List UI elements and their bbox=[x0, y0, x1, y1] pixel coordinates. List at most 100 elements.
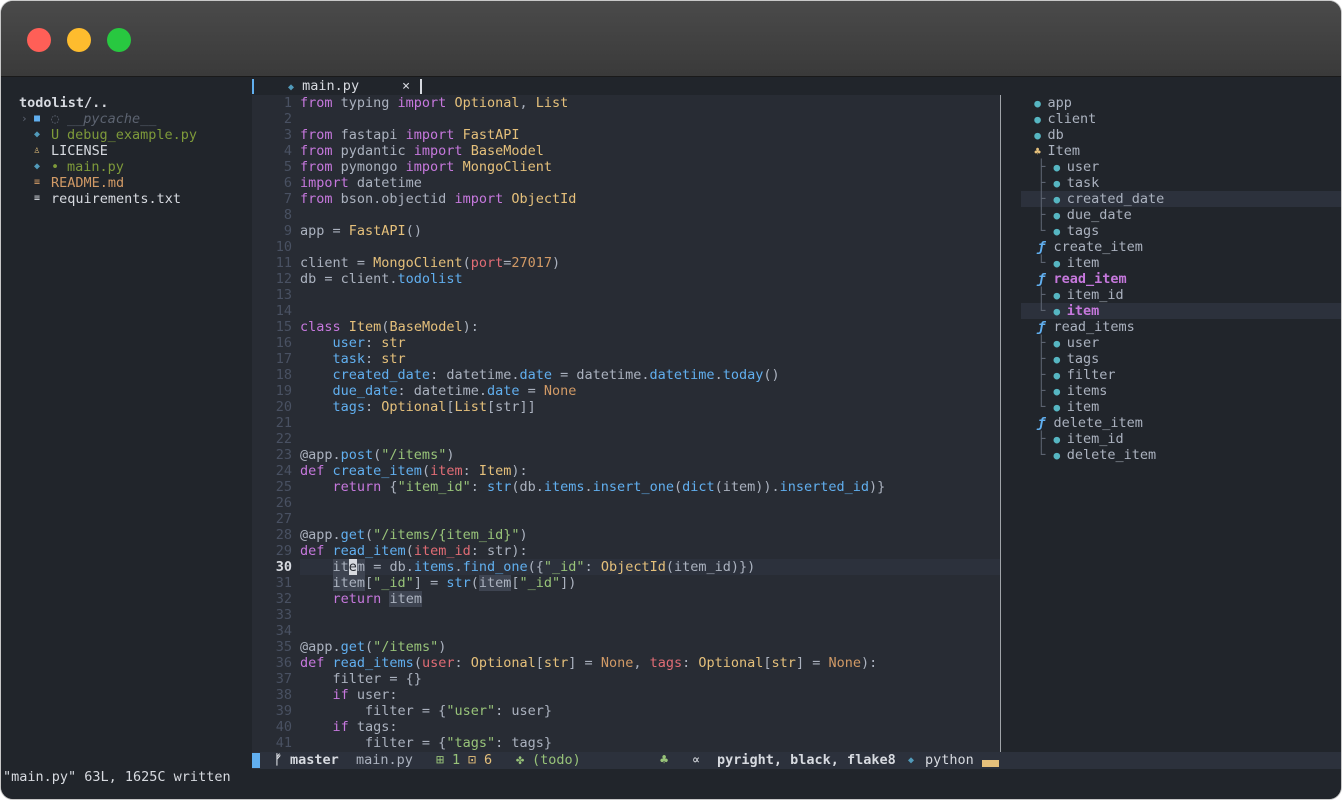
tree-item-label: main.py bbox=[67, 159, 124, 175]
line-number: 32 bbox=[275, 591, 292, 607]
outline-item[interactable]: ● db bbox=[1021, 127, 1341, 143]
function-icon: ƒ bbox=[1021, 319, 1054, 335]
variable-icon: ● bbox=[1053, 401, 1067, 414]
window-separator[interactable] bbox=[1000, 95, 1001, 752]
license-icon: ♙ bbox=[34, 145, 41, 156]
variable-icon: ● bbox=[1053, 193, 1067, 206]
variable-icon: ● bbox=[1053, 337, 1067, 350]
line-number: 9 bbox=[283, 223, 292, 239]
outline-item[interactable]: ├ ● user bbox=[1021, 159, 1341, 175]
tree-guide: └ bbox=[1021, 303, 1054, 319]
outline-item[interactable]: ├ ● task bbox=[1021, 175, 1341, 191]
line-number: 5 bbox=[283, 159, 292, 175]
code-line: from bson.objectid import ObjectId bbox=[300, 191, 577, 207]
line-number: 6 bbox=[283, 175, 292, 191]
outline-item-label: client bbox=[1047, 111, 1097, 127]
command-line[interactable]: "main.py" 63L, 1625C written bbox=[3, 769, 231, 785]
close-window-button[interactable] bbox=[27, 28, 51, 52]
outline-item[interactable]: └ ● tags bbox=[1021, 223, 1341, 239]
variable-icon: ● bbox=[1053, 177, 1067, 190]
code-line: return {"item_id": str(db.items.insert_o… bbox=[332, 479, 886, 495]
tree-guide: ├ bbox=[1021, 207, 1054, 223]
outline-item-label: create_item bbox=[1053, 239, 1143, 255]
outline-item-label: db bbox=[1047, 127, 1064, 143]
tab-main-py[interactable]: ◆ main.py bbox=[288, 78, 359, 94]
line-number: 18 bbox=[275, 367, 292, 383]
variable-icon: ● bbox=[1053, 209, 1067, 222]
code-line: db = client.todolist bbox=[300, 271, 463, 287]
outline-item[interactable]: ƒ create_item bbox=[1021, 239, 1341, 255]
git-status-mark: U bbox=[51, 127, 60, 143]
line-number: 1 bbox=[283, 95, 292, 111]
outline-item[interactable]: ├ ● created_date bbox=[1021, 191, 1341, 207]
outline-item-label: item bbox=[1066, 399, 1100, 415]
outline-item[interactable]: ♣ Item bbox=[1021, 143, 1341, 159]
outline-item[interactable]: └ ● item bbox=[1021, 399, 1341, 415]
outline-item[interactable]: ƒ read_items bbox=[1021, 319, 1341, 335]
tree-root[interactable]: todolist/.. bbox=[19, 95, 108, 111]
line-number: 14 bbox=[275, 303, 292, 319]
variable-icon: ● bbox=[1053, 225, 1067, 238]
outline-item-label: read_item bbox=[1053, 271, 1127, 287]
code-line: from pydantic import BaseModel bbox=[300, 143, 544, 159]
tree-item-label: LICENSE bbox=[51, 143, 108, 159]
line-number: 28 bbox=[275, 527, 292, 543]
outline-item[interactable]: ├ ● item_id bbox=[1021, 431, 1341, 447]
function-icon: ƒ bbox=[1021, 271, 1054, 287]
code-buffer[interactable]: from typing import Optional, List from f… bbox=[300, 95, 1000, 751]
code-line: created_date: datetime.date = datetime.d… bbox=[332, 367, 780, 383]
line-number: 11 bbox=[275, 255, 292, 271]
scroll-position-indicator bbox=[982, 760, 999, 767]
outline-item[interactable]: ● app bbox=[1021, 95, 1341, 111]
tree-guide: └ bbox=[1021, 255, 1054, 271]
variable-icon: ● bbox=[1053, 353, 1067, 366]
outline-item[interactable]: └ ● item bbox=[1021, 255, 1341, 271]
maximize-window-button[interactable] bbox=[107, 28, 131, 52]
tab-close-icon[interactable]: × bbox=[402, 78, 410, 94]
outline-item[interactable]: ├ ● tags bbox=[1021, 351, 1341, 367]
code-line: def read_item(item_id: str): bbox=[300, 543, 528, 559]
git-status-mark: • bbox=[51, 159, 60, 175]
outline-item[interactable]: ├ ● user bbox=[1021, 335, 1341, 351]
lsp-icon: ∝ bbox=[692, 752, 701, 768]
lsp-status-icon: ♣ bbox=[660, 752, 669, 768]
tabline-marker bbox=[252, 79, 254, 94]
tree-guide: └ bbox=[1021, 223, 1054, 239]
minimize-window-button[interactable] bbox=[67, 28, 91, 52]
tree-guide: ├ bbox=[1021, 175, 1054, 191]
outline-item[interactable]: ├ ● filter bbox=[1021, 367, 1341, 383]
code-line: from typing import Optional, List bbox=[300, 95, 569, 111]
tree-item-label: debug_example.py bbox=[67, 127, 198, 143]
line-number: 12 bbox=[275, 271, 292, 287]
outline-item[interactable]: └ ● delete_item bbox=[1021, 447, 1341, 463]
code-line: def read_items(user: Optional[str] = Non… bbox=[300, 655, 878, 671]
outline-item[interactable]: ├ ● item_id bbox=[1021, 287, 1341, 303]
folder-icon: ■ bbox=[34, 113, 41, 124]
outline-item-label: tags bbox=[1066, 351, 1100, 367]
variable-icon: ● bbox=[1053, 161, 1067, 174]
line-number: 31 bbox=[275, 575, 292, 591]
python-icon: ◆ bbox=[34, 161, 41, 172]
tab-line: ◆ main.py × bbox=[252, 77, 1000, 95]
todo-icon: ✤ bbox=[516, 752, 525, 768]
outline-item[interactable]: ├ ● items bbox=[1021, 383, 1341, 399]
outline-item[interactable]: ├ ● due_date bbox=[1021, 207, 1341, 223]
outline-item-label: read_items bbox=[1053, 319, 1135, 335]
variable-icon: ● bbox=[1053, 305, 1067, 318]
outline-item-label: created_date bbox=[1066, 191, 1165, 207]
outline-item[interactable]: ● client bbox=[1021, 111, 1341, 127]
outline-item[interactable]: └ ● item bbox=[1021, 303, 1341, 319]
outline-item-label: items bbox=[1066, 383, 1108, 399]
code-line: filter = {} bbox=[300, 671, 422, 687]
code-line: client = MongoClient(port=27017) bbox=[300, 255, 561, 271]
git-branch-icon: ᚠ bbox=[274, 752, 283, 768]
git-added-count: 1 bbox=[452, 752, 461, 768]
outline-item[interactable]: ƒ delete_item bbox=[1021, 415, 1341, 431]
outline-item[interactable]: ƒ read_item bbox=[1021, 271, 1341, 287]
code-line: item["_id"] = str(item["_id"]) bbox=[332, 575, 577, 591]
